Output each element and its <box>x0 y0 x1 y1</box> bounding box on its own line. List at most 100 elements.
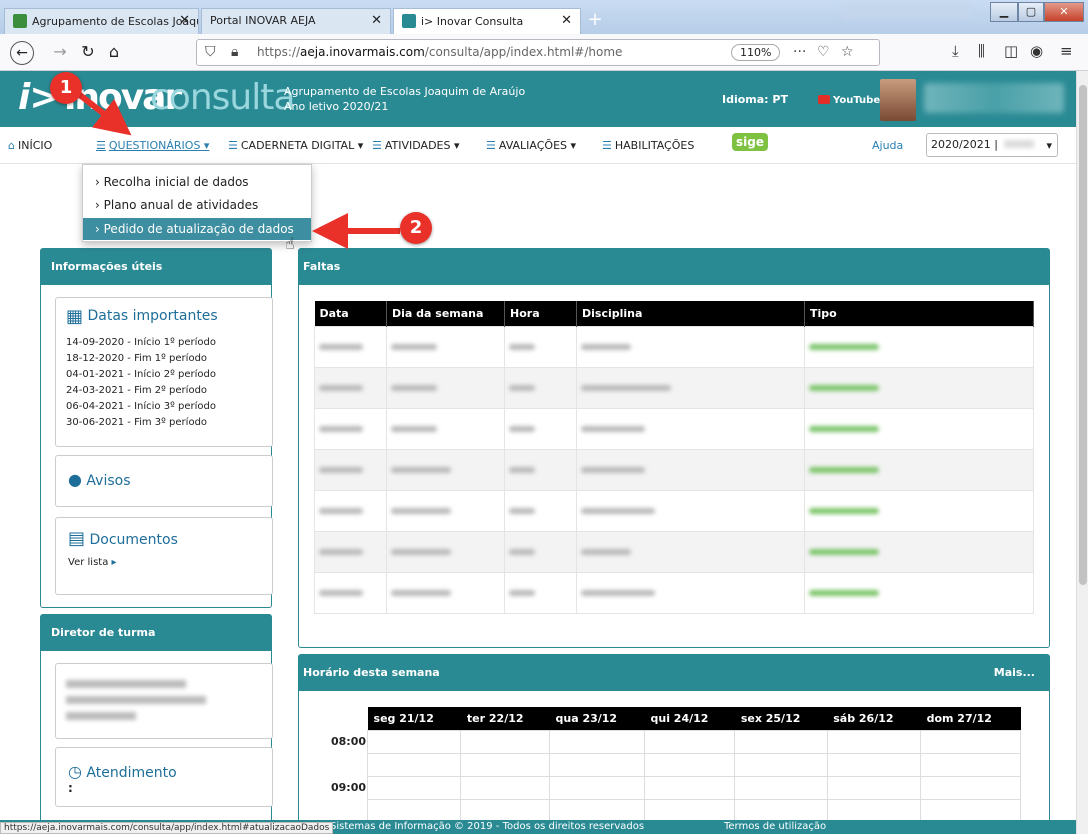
atendimento-label: Atendimento <box>86 765 177 781</box>
scrollbar-thumb[interactable] <box>1079 85 1087 585</box>
table-row: 08:00 <box>327 729 1021 754</box>
tab-label: i> Inovar Consulta <box>421 15 524 28</box>
logo-consulta: consulta <box>150 77 295 118</box>
menu-habilitacoes[interactable]: ☰ HABILITAÇÕES <box>602 139 694 152</box>
more-actions-icon[interactable]: ··· <box>793 44 806 60</box>
sige-button[interactable]: sige <box>732 133 768 151</box>
diretor-detail-blurred <box>66 712 136 720</box>
shield-icon: ⛉ <box>205 44 216 60</box>
forward-button[interactable]: → <box>48 41 72 65</box>
caret-right-icon: ▸ <box>111 557 117 568</box>
zoom-indicator[interactable]: 110% <box>731 44 781 61</box>
date-item: 30-06-2021 - Fim 3º período <box>66 417 208 428</box>
dropdown-item-label: Pedido de atualização de dados <box>103 222 294 236</box>
list-icon: ☰ <box>96 139 106 152</box>
date-item: 06-04-2021 - Início 3º período <box>66 401 216 412</box>
chevron-down-icon: ▾ <box>1046 139 1052 152</box>
page-scrollbar[interactable] <box>1076 71 1088 834</box>
youtube-play-icon <box>818 95 830 104</box>
sidebar-icon[interactable]: ◫ <box>1004 42 1018 60</box>
datas-importantes-box: ▦ Datas importantes 14-09-2020 - Início … <box>55 297 273 447</box>
url-bar[interactable]: ⛉ 🔒︎ https://aeja.inovarmais.com/consult… <box>196 39 880 66</box>
site-favicon-icon <box>13 14 27 28</box>
maximize-button[interactable]: ▢ <box>1018 2 1044 22</box>
menu-caderneta[interactable]: ☰ CADERNETA DIGITAL ▾ <box>228 139 363 152</box>
close-icon[interactable]: ✕ <box>179 13 190 28</box>
step-badge-1: 1 <box>50 72 82 104</box>
dropdown-item-recolha[interactable]: › Recolha inicial de dados <box>83 171 311 193</box>
minimize-button[interactable]: ▁ <box>990 2 1018 22</box>
documentos-box: ▤ Documentos Ver lista ▸ <box>55 517 273 595</box>
step-badge-2: 2 <box>400 212 432 244</box>
downloads-icon[interactable]: ⤓ <box>952 42 959 60</box>
faltas-table: Data Dia da semana Hora Disciplina Tipo <box>314 301 1034 614</box>
dropdown-item-plano[interactable]: › Plano anual de atividades <box>83 194 311 216</box>
menu-questionarios[interactable]: ☰ QUESTIONÁRIOS ▾ <box>96 139 209 152</box>
day-header: qua 23/12 <box>549 707 645 730</box>
menu-avaliacoes[interactable]: ☰ AVALIAÇÕES ▾ <box>486 139 576 152</box>
clock-icon: ◷ <box>68 762 82 781</box>
avatar[interactable] <box>880 79 916 121</box>
school-year: Ano letivo 2020/21 <box>284 100 389 113</box>
back-button[interactable]: ← <box>10 41 34 65</box>
dropdown-item-label: Recolha inicial de dados <box>103 175 249 189</box>
browser-tab-portal[interactable]: Portal INOVAR AEJA ✕ <box>201 8 391 34</box>
new-tab-button[interactable]: + <box>584 11 606 31</box>
dropdown-item-label: Plano anual de atividades <box>103 198 259 212</box>
ver-lista-label: Ver lista <box>68 557 109 568</box>
url-text: https://aeja.inovarmais.com/consulta/app… <box>257 45 622 59</box>
horario-title: Horário desta semana <box>303 666 440 679</box>
list-icon: ☰ <box>602 139 612 152</box>
date-item: 18-12-2020 - Fim 1º período <box>66 353 208 364</box>
avisos-box[interactable]: ● Avisos <box>55 455 273 507</box>
col-header: Disciplina <box>576 301 805 326</box>
day-header: ter 22/12 <box>460 707 550 730</box>
faltas-rows <box>314 325 1034 614</box>
pocket-icon[interactable]: ♡ <box>817 44 830 60</box>
window-close-button[interactable]: ✕ <box>1044 2 1084 22</box>
close-icon[interactable]: ✕ <box>371 13 382 28</box>
school-info: Agrupamento de Escolas Joaquim de Araújo… <box>284 84 525 114</box>
close-icon[interactable]: ✕ <box>561 13 572 28</box>
year-select[interactable]: 2020/2021 | ▾ <box>926 133 1058 157</box>
language-selector[interactable]: Idioma: PT <box>722 93 788 106</box>
youtube-link[interactable]: YouTube <box>818 95 880 106</box>
year-select-value: 2020/2021 | <box>931 138 998 151</box>
list-icon: ☰ <box>372 139 382 152</box>
tab-label: Agrupamento de Escolas Joaqu <box>32 15 199 28</box>
ver-lista-link[interactable]: Ver lista ▸ <box>68 557 260 568</box>
account-icon[interactable]: ◉ <box>1030 42 1043 60</box>
dates-list: 14-09-2020 - Início 1º período 18-12-202… <box>66 335 262 431</box>
atendimento-box: ◷ Atendimento : <box>55 747 273 807</box>
horario-table: seg 21/12 ter 22/12 qua 23/12 qui 24/12 … <box>327 707 1021 823</box>
youtube-label: YouTube <box>833 95 881 106</box>
bookmark-star-icon[interactable]: ☆ <box>841 44 854 60</box>
documentos-label: Documentos <box>89 532 178 548</box>
more-link[interactable]: Mais... <box>994 666 1035 679</box>
diretor-info-box <box>55 663 273 739</box>
reload-button[interactable]: ↻ <box>76 41 100 65</box>
tab-label: Portal INOVAR AEJA <box>210 14 316 27</box>
horario-rows: 08:00 09:00 <box>327 729 1021 823</box>
menu-inicio[interactable]: ⌂ INÍCIO <box>8 139 52 152</box>
browser-tab-agrupamento[interactable]: Agrupamento de Escolas Joaqu ✕ <box>4 8 199 34</box>
info-panel: Informações úteis ▦ Datas importantes 14… <box>40 248 273 608</box>
menu-icon[interactable]: ≡ <box>1060 42 1073 60</box>
browser-tab-inovar-consulta[interactable]: i> Inovar Consulta ✕ <box>393 8 581 35</box>
menu-avaliacoes-label: AVALIAÇÕES <box>498 139 568 152</box>
col-header: Hora <box>504 301 577 326</box>
day-header: dom 27/12 <box>920 707 1021 730</box>
library-icon[interactable]: ⫼ <box>978 42 985 60</box>
table-row <box>314 448 1034 491</box>
menu-atividades[interactable]: ☰ ATIVIDADES ▾ <box>372 139 460 152</box>
menu-questionarios-label: QUESTIONÁRIOS <box>108 139 201 152</box>
terms-link[interactable]: Termos de utilização <box>724 821 826 832</box>
chevron-right-icon: › <box>95 198 104 212</box>
hour-label: 08:00 <box>331 735 367 748</box>
date-item: 04-01-2021 - Início 2º período <box>66 369 216 380</box>
info-panel-title: Informações úteis <box>41 249 271 285</box>
help-link[interactable]: Ajuda <box>872 139 903 152</box>
home-button[interactable]: ⌂ <box>102 41 126 65</box>
table-row <box>314 407 1034 450</box>
dropdown-item-pedido[interactable]: › Pedido de atualização de dados <box>83 218 311 240</box>
